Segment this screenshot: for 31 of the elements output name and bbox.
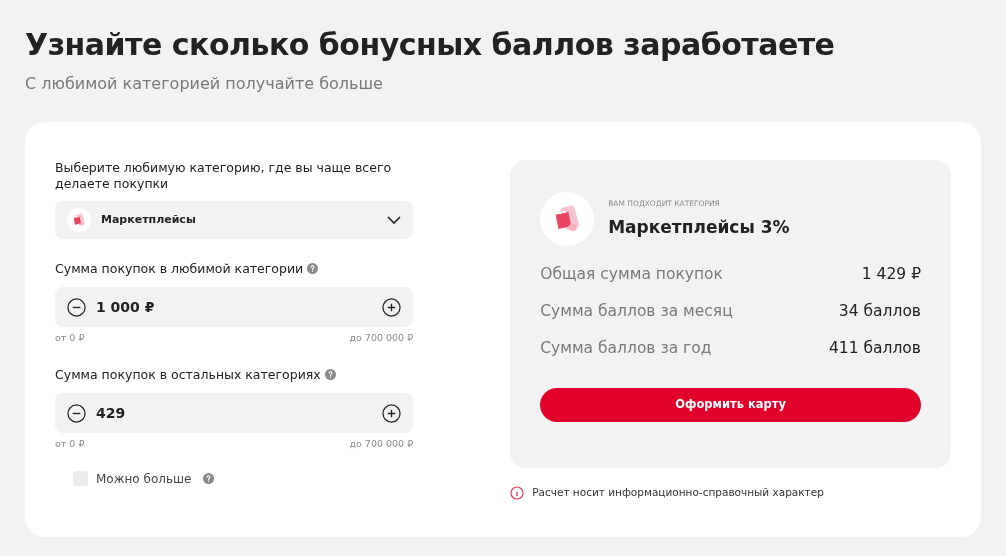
amount-label: Сумма покупок в любимой категории [55, 261, 414, 277]
min-hint: от 0 ₽ [55, 331, 85, 345]
max-hint: до 700 000 ₽ [349, 437, 414, 452]
help-icon[interactable] [324, 369, 336, 381]
result-label: Сумма баллов за год [540, 338, 712, 358]
page-subtitle: С любимой категорией получайте больше [25, 73, 384, 95]
apply-button[interactable]: Оформить карту [540, 388, 921, 422]
category-label: Выберите любимую категорию, где вы чаще всего делаете покупки [55, 160, 393, 192]
min-hint: от 0 ₽ [55, 437, 85, 452]
amount-field[interactable]: 1 000 ₽ [55, 287, 414, 327]
result-value: 411 баллов [829, 338, 921, 358]
minus-icon[interactable] [67, 297, 86, 317]
page-title: Узнайте сколько бонусных баллов заработаете [25, 26, 836, 64]
max-hint: до 700 000 ₽ [349, 331, 414, 345]
amount-field[interactable]: 429 [55, 393, 414, 434]
minus-icon[interactable] [67, 403, 86, 423]
result-category: Маркетплейсы 3% [608, 215, 790, 239]
help-icon[interactable] [203, 473, 215, 484]
result-label: Общая сумма покупок [540, 264, 723, 284]
disclaimer-text: Расчет носит информационно-справочный характер [532, 485, 824, 500]
result-value: 34 баллов [838, 301, 921, 321]
plus-icon[interactable] [382, 403, 402, 423]
result-value: 1 429 ₽ [861, 264, 921, 284]
checkbox-label: Можно больше [96, 470, 192, 488]
info-icon [510, 485, 525, 500]
category-dropdown[interactable]: Маркетплейсы [55, 201, 414, 239]
help-icon[interactable] [307, 263, 319, 274]
result-label: Сумма баллов за месяц [540, 301, 733, 321]
amount-label: Сумма покупок в остальных категориях [55, 367, 414, 384]
plus-icon[interactable] [382, 297, 402, 317]
chevron-down-icon [387, 215, 402, 225]
